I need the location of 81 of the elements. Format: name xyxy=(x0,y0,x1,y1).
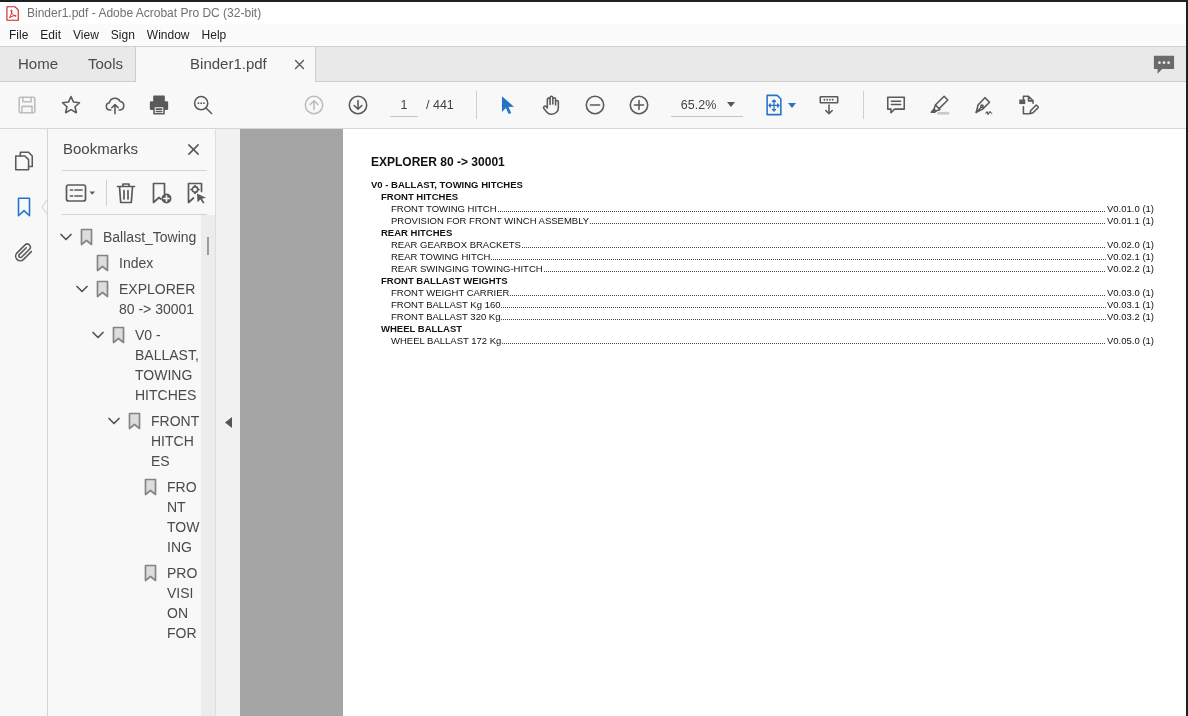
menu-item[interactable]: Help xyxy=(201,27,227,43)
marker-icon xyxy=(928,94,951,116)
toc-entry-title[interactable]: REAR GEARBOX BRACKETS xyxy=(391,239,521,251)
bookmark-icon xyxy=(144,564,157,582)
chevron-down-icon[interactable] xyxy=(76,285,88,293)
page-reference[interactable]: V0.05.0 (1) xyxy=(1107,335,1154,347)
bookmark-icon xyxy=(112,326,125,344)
close-icon[interactable] xyxy=(187,143,200,156)
bookmark-item[interactable]: V0 - BALLAST, TOWING HITCHES xyxy=(135,325,201,405)
menu-item[interactable]: Sign xyxy=(110,27,135,43)
collapse-arrow-icon[interactable] xyxy=(224,417,232,428)
subsection-heading: FRONT BALLAST WEIGHTS xyxy=(381,275,509,287)
toc-entry-title[interactable]: FRONT BALLAST Kg 160 xyxy=(391,299,501,311)
bookmark-icon xyxy=(144,478,157,496)
window-title: Binder1.pdf - Adobe Acrobat Pro DC (32-bit) xyxy=(27,5,262,22)
caret-down-icon xyxy=(726,102,735,107)
bookmark-icon xyxy=(128,412,141,430)
bookmark-icon xyxy=(80,228,93,246)
pen-nib-icon xyxy=(972,94,995,116)
speech-bubble-icon xyxy=(884,94,907,116)
cloud-upload-icon xyxy=(104,94,126,116)
toc-entry-title[interactable]: PROVISION FOR FRONT WINCH ASSEMBLY xyxy=(391,215,590,227)
page-reference[interactable]: V0.02.1 (1) xyxy=(1107,251,1154,263)
menu-item[interactable]: File xyxy=(9,27,29,43)
pages-icon xyxy=(13,150,35,172)
page-reference[interactable]: V0.03.1 (1) xyxy=(1107,299,1154,311)
zoom-field[interactable]: 65.2% xyxy=(670,93,727,117)
tab[interactable]: Tools xyxy=(70,47,136,81)
plus-circle-icon xyxy=(627,94,650,116)
toc-entry-title[interactable]: FRONT BALLAST 320 Kg xyxy=(391,311,501,323)
bookmark-item[interactable]: PROVISION FOR xyxy=(167,563,201,643)
bookmark-icon xyxy=(96,280,109,298)
caret-down-icon xyxy=(788,102,797,108)
subsection-heading: WHEEL BALLAST xyxy=(381,323,464,335)
bookmark-item[interactable]: FRONT HITCHES xyxy=(151,411,201,471)
printer-icon xyxy=(148,94,170,116)
arrow-up-circle-icon xyxy=(303,94,325,116)
chevron-down-icon[interactable] xyxy=(60,233,72,241)
tab[interactable]: Binder1.pdf xyxy=(135,47,317,82)
arrow-down-circle-icon xyxy=(347,94,369,116)
menu-item[interactable]: Edit xyxy=(40,27,62,43)
subsection-heading: REAR HITCHES xyxy=(381,227,454,239)
page-number-field[interactable]: 1 xyxy=(390,93,418,117)
page-reference[interactable]: V0.03.2 (1) xyxy=(1107,311,1154,323)
pdf-file-icon xyxy=(6,5,19,21)
section-heading: V0 - BALLAST, TOWING HITCHES xyxy=(371,179,524,191)
chevron-down-icon[interactable] xyxy=(92,331,104,339)
bookmark-icon xyxy=(96,254,109,272)
menu-item[interactable]: View xyxy=(73,27,99,43)
scrollbar-thumb[interactable] xyxy=(207,237,209,255)
page-reference[interactable]: V0.02.2 (1) xyxy=(1107,263,1154,275)
page-reference[interactable]: V0.01.1 (1) xyxy=(1107,215,1154,227)
toc-entry-title[interactable]: REAR TOWING HITCH xyxy=(391,251,491,263)
menu-item[interactable]: Window xyxy=(146,27,190,43)
toc-entry-title[interactable]: REAR SWINGING TOWING-HITCH xyxy=(391,263,543,275)
bookmark-item[interactable]: FRONT TOWING xyxy=(167,477,201,557)
page-reference[interactable]: V0.03.0 (1) xyxy=(1107,287,1154,299)
close-icon[interactable] xyxy=(294,59,306,70)
search-icon xyxy=(192,94,214,116)
subsection-heading: FRONT HITCHES xyxy=(381,191,460,203)
list-options-icon xyxy=(63,182,97,203)
toc-entry-title[interactable]: FRONT WEIGHT CARRIER xyxy=(391,287,510,299)
scroll-down-icon xyxy=(817,94,840,116)
chat-bubble-icon[interactable] xyxy=(1153,53,1175,75)
document-pencil-icon xyxy=(1016,94,1039,116)
toc-entry-title[interactable]: FRONT TOWING HITCH xyxy=(391,203,497,215)
minus-circle-icon xyxy=(583,94,606,116)
page-reference[interactable]: V0.01.0 (1) xyxy=(1107,203,1154,215)
bookmark-item[interactable]: Ballast_Towing xyxy=(103,227,201,247)
document-heading: EXPLORER 80 -> 30001 xyxy=(371,155,506,170)
toc-entry-title[interactable]: WHEEL BALLAST 172 Kg xyxy=(391,335,502,347)
star-icon xyxy=(60,94,82,116)
paperclip-icon xyxy=(13,242,35,264)
tab[interactable]: Home xyxy=(0,47,70,81)
page-count-label: / 441 xyxy=(426,96,454,114)
page-reference[interactable]: V0.02.0 (1) xyxy=(1107,239,1154,251)
bookmark-item[interactable]: EXPLORER 80 -> 30001 xyxy=(119,279,201,319)
chevron-down-icon[interactable] xyxy=(108,417,120,425)
panel-title: Bookmarks xyxy=(63,139,139,160)
bookmark-item[interactable]: Index xyxy=(119,253,201,273)
trash-icon xyxy=(114,180,138,205)
